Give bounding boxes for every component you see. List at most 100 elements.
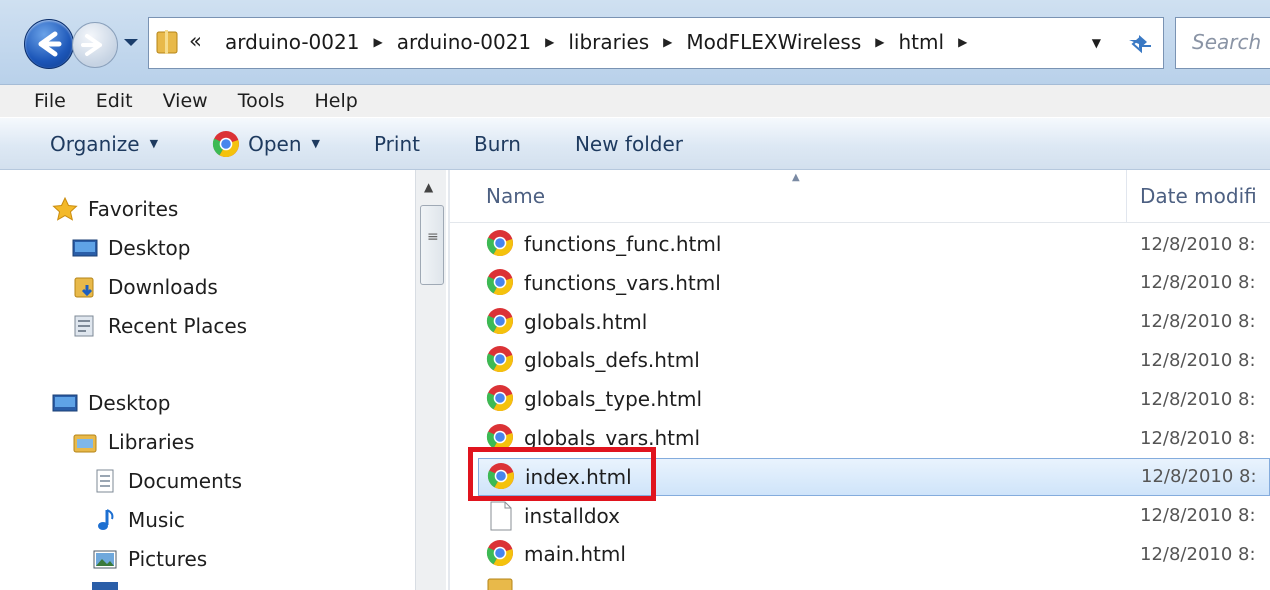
folder-icon — [156, 30, 178, 54]
chevron-down-icon: ▼ — [311, 137, 320, 150]
breadcrumb-libraries[interactable]: libraries — [568, 30, 649, 54]
blank-file-icon — [486, 501, 516, 531]
address-dropdown-icon[interactable]: ▼ — [1092, 36, 1101, 50]
chevron-down-icon: ▼ — [149, 137, 159, 150]
column-divider[interactable] — [1126, 170, 1127, 222]
file-row[interactable]: functions_vars.html 12/8/2010 8: — [478, 264, 1270, 302]
nav-pictures[interactable]: Pictures — [92, 543, 207, 575]
chrome-html-icon — [486, 229, 516, 259]
nav-music-label: Music — [128, 508, 185, 532]
address-toolbar: « arduino-0021 ▶ arduino-0021 ▶ librarie… — [0, 0, 1270, 85]
menu-bar: File Edit View Tools Help — [0, 85, 1270, 117]
navigation-scrollbar[interactable]: ▲ ≡ — [415, 170, 446, 590]
column-header-row: ▲ Name Date modifi — [450, 170, 1270, 223]
breadcrumb-arduino-0021-sub[interactable]: arduino-0021 — [397, 30, 531, 54]
nav-recent-places-label: Recent Places — [108, 314, 248, 338]
file-name: installdox — [524, 503, 621, 528]
nav-documents[interactable]: Documents — [92, 465, 242, 497]
chrome-html-icon — [486, 384, 516, 414]
file-row[interactable]: globals_type.html 12/8/2010 8: — [478, 380, 1270, 418]
nav-libraries[interactable]: Libraries — [72, 426, 194, 458]
recent-pages-button[interactable] — [120, 30, 142, 54]
chrome-html-icon — [486, 268, 516, 298]
file-date-modified: 12/8/2010 8: — [1140, 388, 1256, 410]
search-input[interactable]: Search — [1175, 17, 1270, 69]
menu-view[interactable]: View — [148, 90, 223, 112]
chrome-icon — [212, 130, 240, 157]
breadcrumb-html[interactable]: html — [899, 30, 945, 54]
nav-favorites-desktop[interactable]: Desktop — [72, 232, 190, 264]
file-row[interactable]: main.html 12/8/2010 8: — [478, 535, 1270, 573]
folder-icon — [486, 575, 516, 590]
file-row[interactable]: globals_defs.html 12/8/2010 8: — [478, 341, 1270, 379]
scroll-grip-icon: ≡ — [427, 229, 439, 245]
organize-button[interactable]: Organize ▼ — [50, 132, 158, 156]
nav-desktop-label: Desktop — [108, 236, 191, 260]
breadcrumb-separator-icon[interactable]: ▶ — [373, 35, 382, 49]
documents-icon — [96, 469, 114, 493]
menu-edit[interactable]: Edit — [81, 90, 148, 112]
address-bar[interactable]: « arduino-0021 ▶ arduino-0021 ▶ librarie… — [148, 17, 1118, 69]
star-icon — [52, 197, 78, 221]
menu-file[interactable]: File — [0, 90, 81, 112]
menu-help[interactable]: Help — [300, 90, 373, 112]
refresh-button[interactable] — [1117, 17, 1164, 69]
column-header-date-modified[interactable]: Date modifi — [1140, 184, 1257, 208]
nav-music[interactable]: Music — [92, 504, 185, 536]
print-button[interactable]: Print — [374, 132, 420, 156]
file-list: ▲ Name Date modifi functions_func.html 12… — [450, 170, 1270, 590]
path-overflow-button[interactable]: « — [189, 29, 202, 53]
new-folder-button[interactable]: New folder — [575, 132, 683, 156]
navigation-pane: Favorites Desktop Downloads Recent Place… — [0, 170, 415, 590]
file-name: functions_vars.html — [524, 270, 721, 295]
libraries-icon — [73, 434, 97, 453]
annotation-highlight-box — [468, 447, 656, 501]
nav-downloads[interactable]: Downloads — [72, 271, 218, 303]
file-name: functions_func.html — [524, 232, 722, 256]
file-date-modified: 12/8/2010 8: — [1140, 233, 1256, 255]
pictures-icon — [93, 550, 117, 569]
forward-arrow-icon — [81, 34, 102, 56]
forward-button[interactable] — [72, 22, 118, 68]
breadcrumb: arduino-0021 ▶ arduino-0021 ▶ libraries … — [225, 28, 981, 56]
nav-desktop-root-label: Desktop — [88, 391, 171, 415]
file-row[interactable]: globals.html 12/8/2010 8: — [478, 303, 1270, 341]
breadcrumb-separator-icon[interactable]: ▶ — [875, 35, 884, 49]
desktop-icon — [72, 239, 98, 257]
file-date-modified: 12/8/2010 8: — [1141, 466, 1257, 488]
recent-places-icon — [74, 315, 94, 337]
command-bar: Organize ▼ Open ▼ Print Burn New folder — [0, 118, 1270, 170]
nav-favorites-label: Favorites — [88, 197, 179, 221]
file-name: globals_defs.html — [524, 348, 700, 373]
breadcrumb-separator-icon[interactable]: ▶ — [958, 35, 967, 49]
column-header-name[interactable]: Name — [486, 184, 545, 208]
file-date-modified: 12/8/2010 8: — [1140, 427, 1256, 449]
downloads-folder-icon — [74, 277, 94, 298]
desktop-icon — [52, 394, 78, 412]
scroll-up-icon[interactable]: ▲ — [424, 180, 433, 194]
new-folder-label: New folder — [574, 131, 683, 156]
file-row[interactable]: installdox 12/8/2010 8: — [478, 497, 1270, 535]
breadcrumb-separator-icon[interactable]: ▶ — [663, 35, 672, 49]
burn-button[interactable]: Burn — [474, 132, 521, 156]
nav-recent-places[interactable]: Recent Places — [72, 310, 247, 342]
menu-tools[interactable]: Tools — [223, 90, 300, 112]
nav-desktop-root[interactable]: Desktop — [52, 387, 170, 419]
file-row[interactable]: functions_func.html 12/8/2010 8: — [478, 225, 1270, 263]
file-name: globals_type.html — [524, 387, 703, 412]
back-arrow-icon — [38, 31, 62, 57]
breadcrumb-modflexwireless[interactable]: ModFLEXWireless — [686, 30, 861, 54]
breadcrumb-separator-icon[interactable]: ▶ — [545, 35, 554, 49]
organize-label: Organize — [50, 131, 140, 156]
nav-documents-label: Documents — [128, 469, 243, 493]
open-button[interactable]: Open ▼ — [212, 130, 320, 158]
chrome-html-icon — [486, 539, 516, 569]
file-name: main.html — [524, 542, 626, 567]
nav-favorites[interactable]: Favorites — [52, 193, 178, 225]
music-icon — [98, 509, 114, 530]
breadcrumb-arduino-0021[interactable]: arduino-0021 — [225, 30, 359, 54]
scroll-thumb[interactable]: ≡ — [420, 205, 444, 285]
back-button[interactable] — [24, 19, 74, 69]
file-date-modified: 12/8/2010 8: — [1140, 311, 1256, 333]
chevron-down-icon — [124, 39, 138, 46]
